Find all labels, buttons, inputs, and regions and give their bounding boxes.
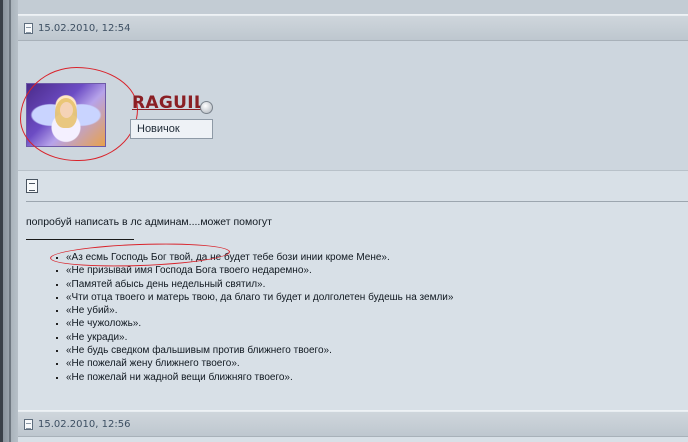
post-message: попробуй написать в лс админам....может … xyxy=(26,216,272,228)
author-rank-badge: Новичок xyxy=(130,119,213,139)
list-item: «Памятей абысь день недельный святил». xyxy=(56,278,453,291)
list-item: «Чти отца твоего и матерь твою, да благо… xyxy=(56,291,453,304)
author-panel: RAGUIL Новичок xyxy=(18,41,688,171)
status-dot-icon xyxy=(200,101,213,114)
document-icon[interactable] xyxy=(24,418,33,430)
red-annotation-circle-avatar xyxy=(20,67,138,161)
document-icon[interactable] xyxy=(24,22,33,34)
forum-post-next: 15.02.2010, 12:56 xyxy=(18,410,688,442)
forum-post: 15.02.2010, 12:54 RAGUIL Новичок попробу… xyxy=(18,14,688,419)
list-item: «Не укради». xyxy=(56,331,453,344)
list-item: «Не убий». xyxy=(56,304,453,317)
note-icon xyxy=(26,179,38,193)
list-item: «Не чужоложь». xyxy=(56,317,453,330)
signature-rule xyxy=(26,239,134,240)
list-item: «Не будь сведком фальшивым против ближне… xyxy=(56,344,453,357)
list-item: «Не пожелай жену ближнего твоего». xyxy=(56,357,453,370)
post-date: 15.02.2010, 12:54 xyxy=(38,22,131,34)
left-frame-border xyxy=(0,0,18,442)
author-username-link[interactable]: RAGUIL xyxy=(132,93,205,113)
post-header: 15.02.2010, 12:54 xyxy=(18,15,688,41)
post-date: 15.02.2010, 12:56 xyxy=(38,418,131,430)
list-item: «Не пожелай ни жадной вещи ближняго твое… xyxy=(56,371,453,384)
commandments-list: «Аз есмь Господь Бог твой, да не будет т… xyxy=(56,251,453,384)
divider xyxy=(26,201,688,202)
post-header: 15.02.2010, 12:56 xyxy=(18,411,688,437)
post-body: попробуй написать в лс админам....может … xyxy=(18,171,688,419)
